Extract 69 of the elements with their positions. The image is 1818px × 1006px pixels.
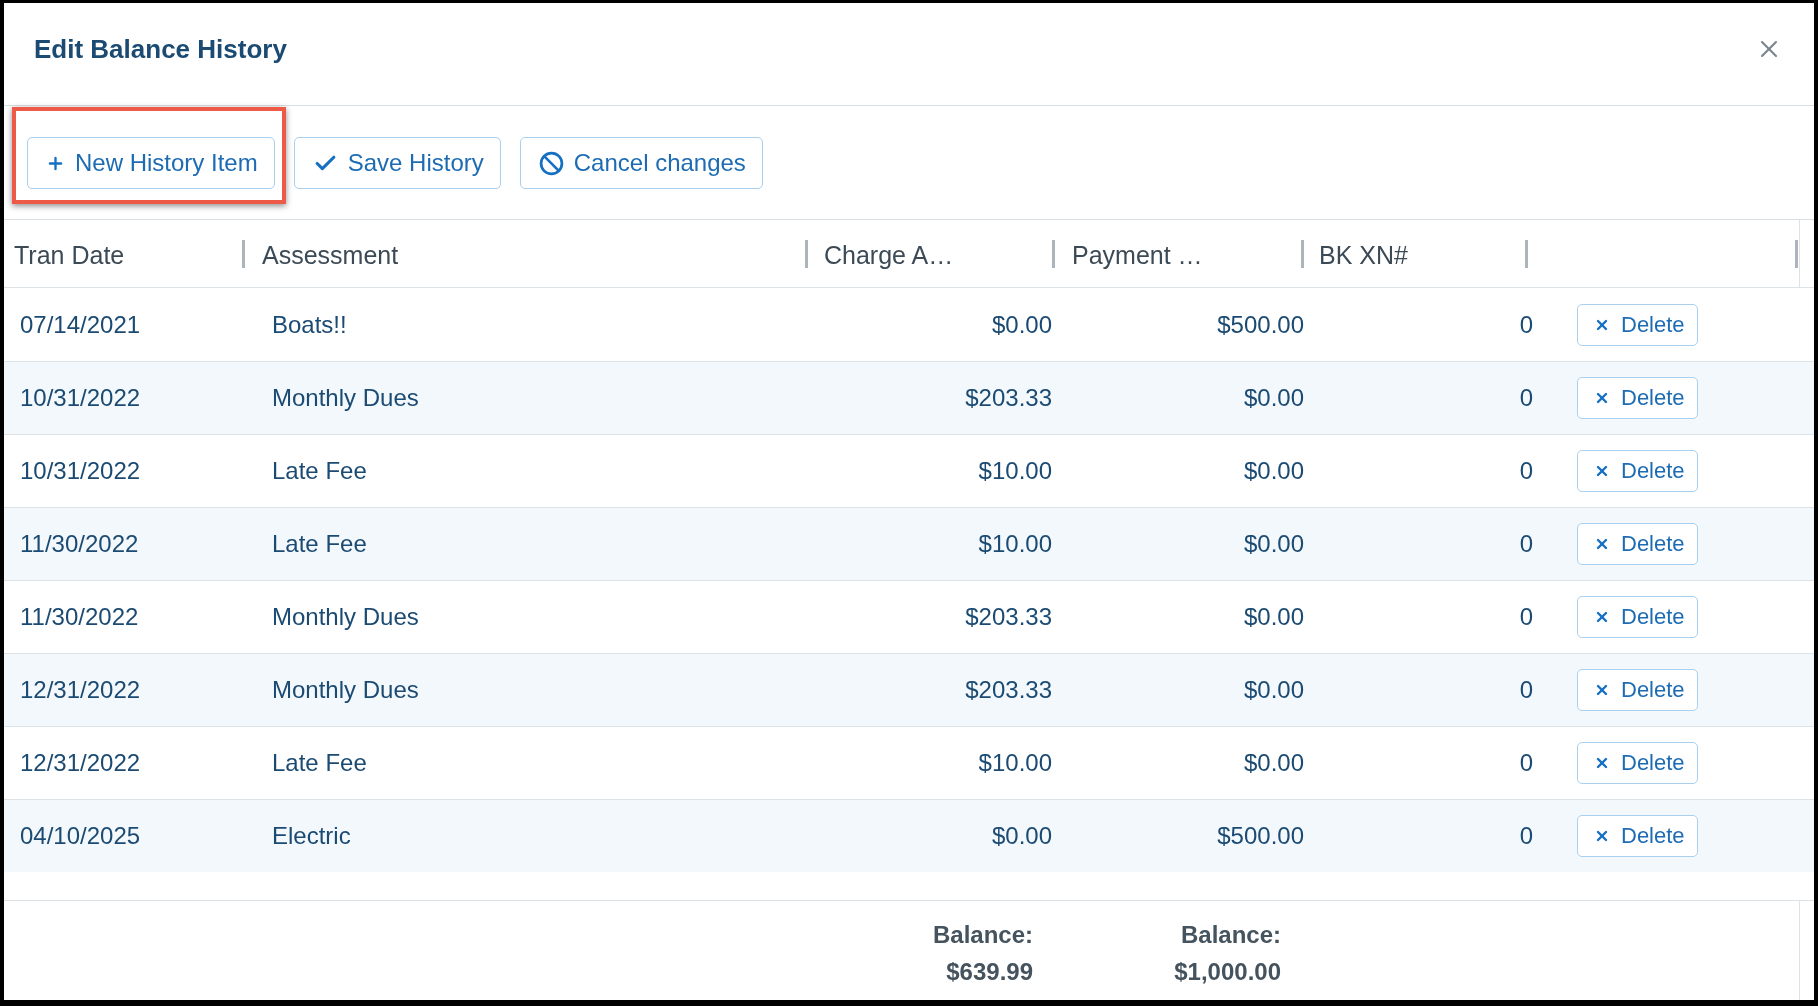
table-cell: Late Fee [272,530,367,557]
table-cell: $500.00 [1217,822,1304,849]
toolbar-button[interactable]: Save History [293,137,501,189]
table-cell: 0 [1519,676,1533,703]
table-cell: 07/14/2021 [20,310,141,338]
delete-button[interactable]: Delete [1577,596,1698,638]
table-cell: 10/31/2022 [20,457,141,484]
table-cell: Monthly Dues [272,384,419,411]
table-cell: 0 [1519,310,1533,338]
table-cell: 11/30/2022 [20,603,139,630]
cross-icon [1594,536,1610,552]
table-cell: 04/10/2025 [20,822,141,849]
prohibited-icon [538,150,564,176]
delete-button[interactable]: Delete [1577,377,1698,419]
column-header[interactable]: Tran Date [14,240,125,269]
table-cell: $500.00 [1217,310,1304,338]
table-cell: 0 [1519,749,1533,776]
cross-icon [1594,390,1610,406]
column-header[interactable]: BK XN# [1319,240,1408,269]
balance-label: Balance: [1180,920,1281,950]
column-header[interactable]: Payment … [1072,240,1203,269]
toolbar-button[interactable]: New History Item [27,137,275,189]
table-cell: $0.00 [1243,749,1304,776]
delete-button[interactable]: Delete [1577,742,1698,784]
table-cell: 0 [1519,603,1533,630]
table-cell: Electric [272,822,351,849]
table-cell: $0.00 [1243,384,1304,411]
column-header[interactable]: Charge A… [824,240,954,269]
cross-icon [1594,463,1610,479]
delete-button[interactable]: Delete [1577,523,1698,565]
table-cell: Monthly Dues [272,676,419,703]
delete-button[interactable]: Delete [1577,450,1698,492]
dialog-title: Edit Balance History [34,36,287,62]
table-cell: 10/31/2022 [20,384,141,411]
table-cell: $0.00 [1243,603,1304,630]
table-cell: $0.00 [991,822,1052,849]
table-cell: $0.00 [991,310,1052,338]
table-cell: $10.00 [978,457,1052,484]
table-cell: Late Fee [272,749,367,776]
cross-icon [1594,755,1610,771]
balance-amount: $1,000.00 [1174,957,1281,987]
table-cell: 0 [1519,530,1533,557]
table-cell: $203.33 [965,676,1052,703]
table-cell: Late Fee [272,457,367,484]
table-cell: $10.00 [978,749,1052,776]
delete-button[interactable]: Delete [1577,815,1698,857]
toolbar-button[interactable]: Cancel changes [519,137,763,189]
column-header[interactable]: Assessment [262,240,399,269]
balance-amount: $639.99 [946,957,1033,987]
table-cell: 0 [1519,822,1533,849]
table-cell: $0.00 [1243,530,1304,557]
table-cell: Boats!! [272,310,347,338]
table-cell: $203.33 [965,384,1052,411]
table-cell: 12/31/2022 [20,749,141,776]
delete-button[interactable]: Delete [1577,669,1698,711]
table-cell: 0 [1519,384,1533,411]
table-cell: $0.00 [1243,676,1304,703]
cross-icon [1594,609,1610,625]
cross-icon [1594,828,1610,844]
balance-label: Balance: [932,920,1033,950]
table-cell: 12/31/2022 [20,676,141,703]
delete-button[interactable]: Delete [1577,303,1698,346]
table-cell: $10.00 [978,530,1052,557]
table-cell: Monthly Dues [272,603,419,630]
table-cell: $0.00 [1243,457,1304,484]
cross-icon [1594,682,1610,698]
table-cell: 0 [1519,457,1533,484]
table-cell: 11/30/2022 [20,530,139,557]
table-cell: $203.33 [965,603,1052,630]
